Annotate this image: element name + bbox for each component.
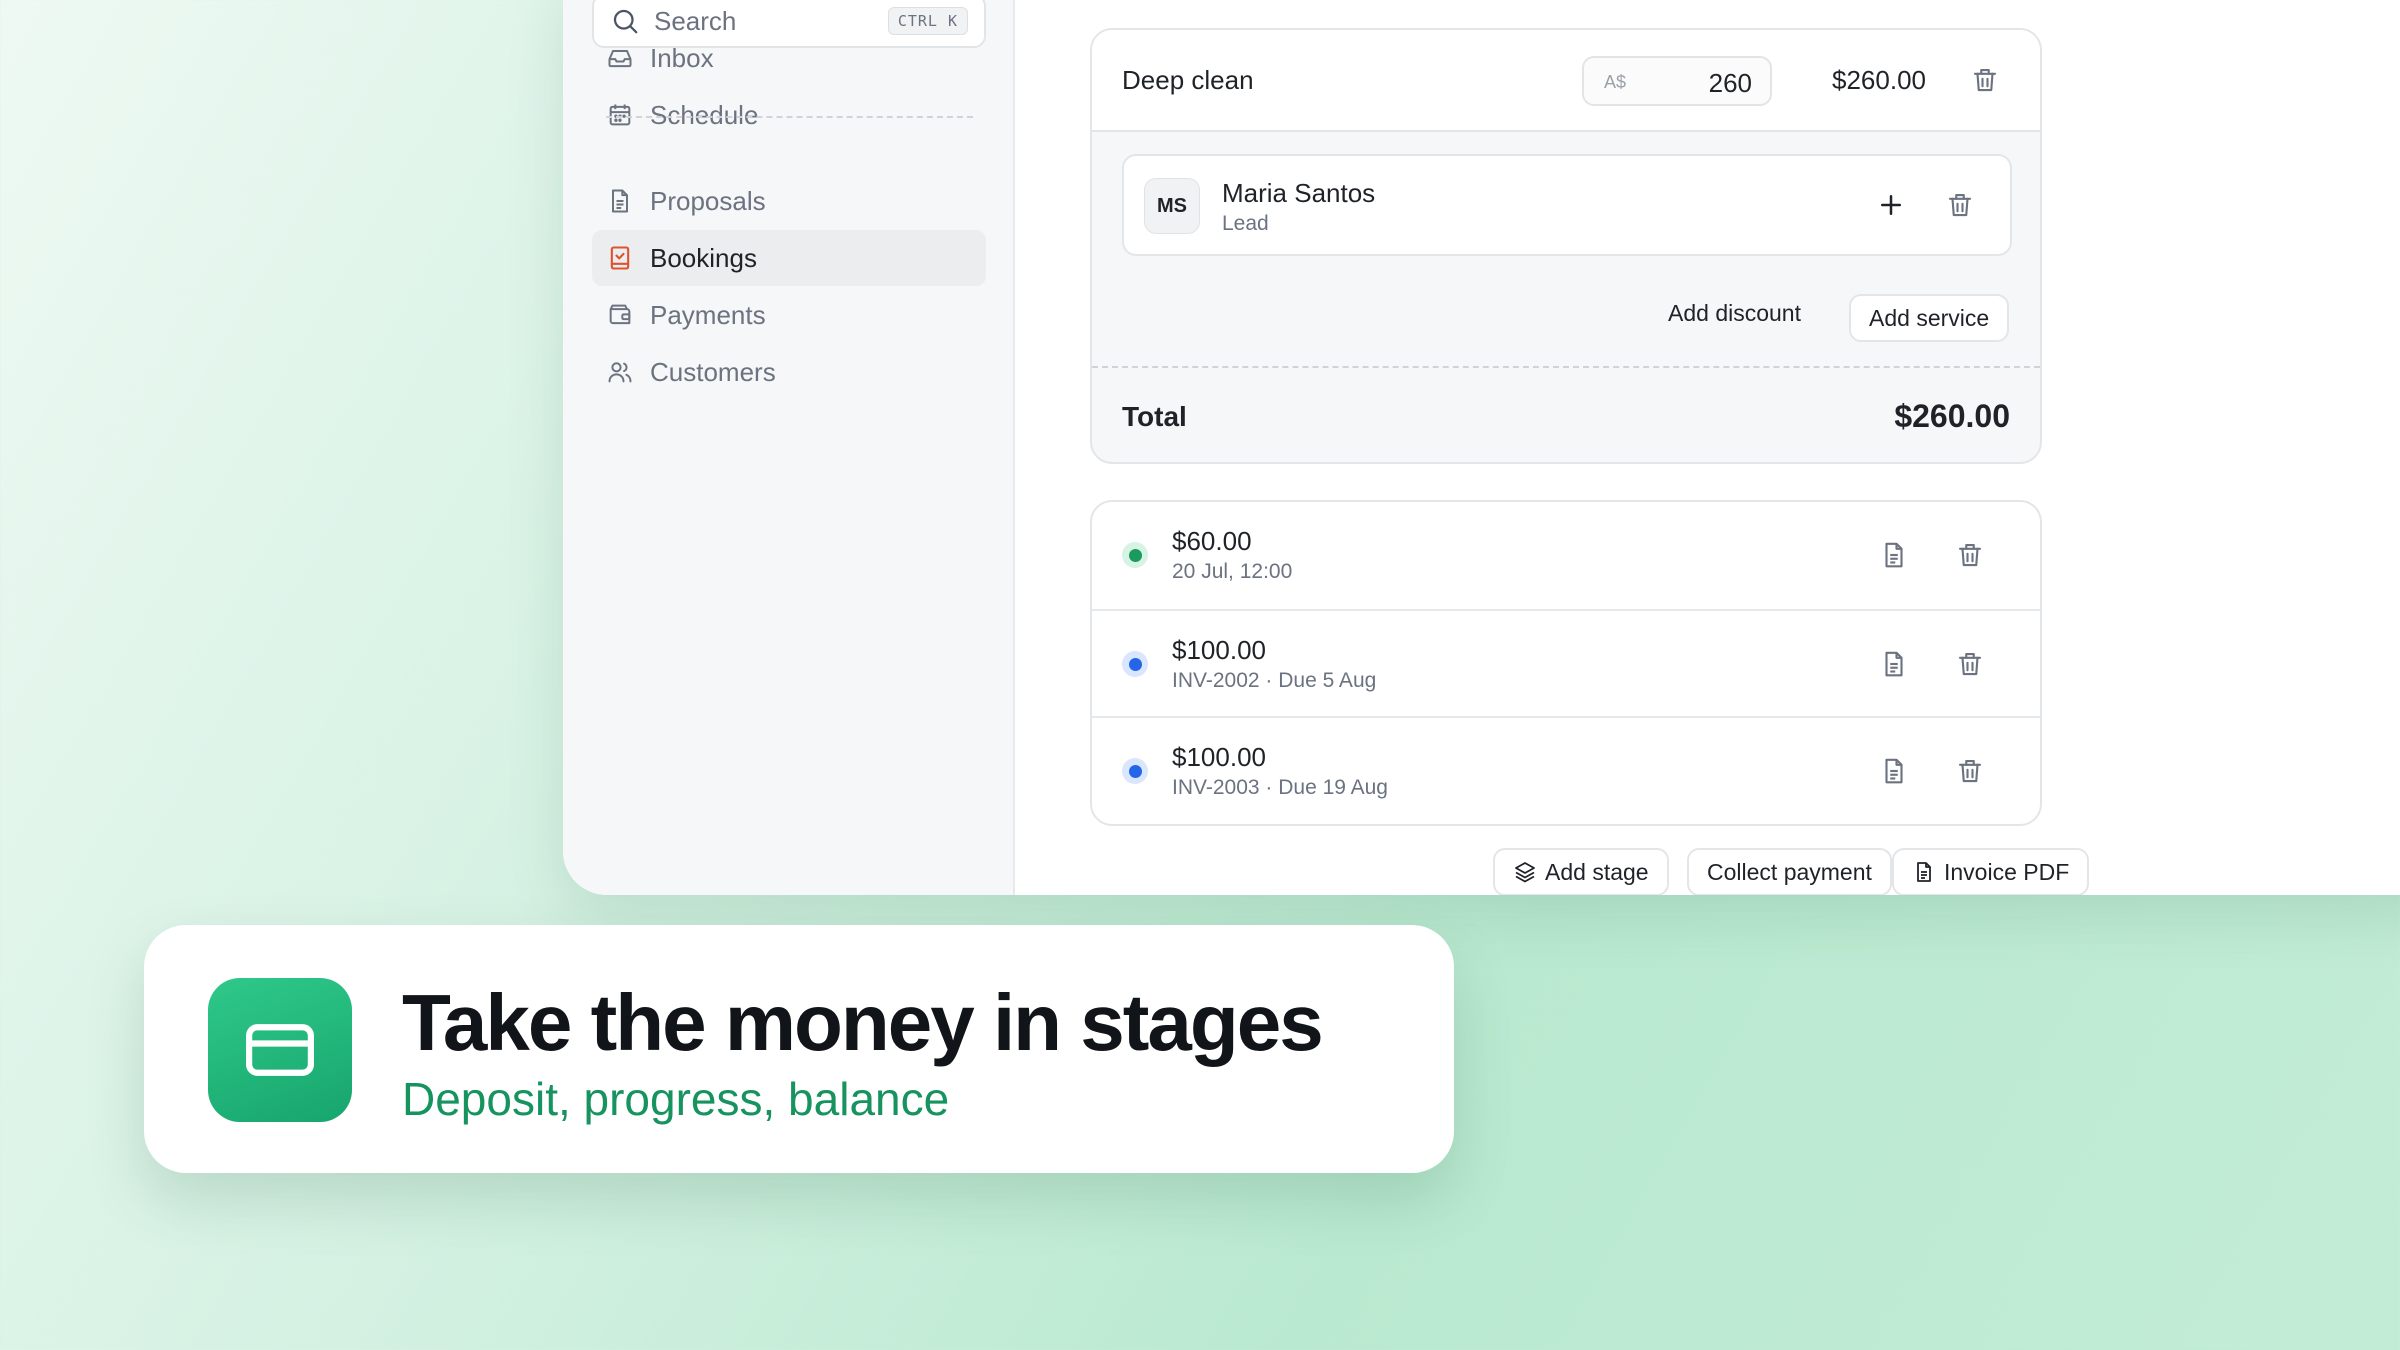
payment-meta: 20 Jul, 12:00	[1172, 560, 1293, 583]
sidebar-item-schedule[interactable]: Schedule	[592, 87, 986, 143]
trash-icon[interactable]	[1955, 649, 1985, 679]
sidebar-item-label: Schedule	[650, 99, 759, 130]
app-window: Search CTRL K Inbox Schedule Proposals B…	[563, 0, 2400, 895]
staff-assignment: MS Maria Santos Lead	[1122, 154, 2012, 256]
sidebar-item-label: Inbox	[650, 42, 714, 73]
credit-card-icon	[246, 1024, 314, 1076]
sidebar-item-label: Customers	[650, 356, 776, 387]
invoice-pdf-label: Invoice PDF	[1944, 858, 2070, 885]
price-value[interactable]: 260	[1709, 68, 1752, 99]
service-line-total: $260.00	[1832, 65, 1926, 95]
total-value: $260.00	[1894, 398, 2010, 434]
sidebar-item-label: Proposals	[650, 185, 766, 216]
main-content: Deep clean A$ 260 $260.00 MS Maria Santo…	[1015, 0, 2400, 895]
add-service-button[interactable]: Add service	[1849, 294, 2010, 342]
trash-icon[interactable]	[1955, 756, 1985, 786]
plus-icon[interactable]	[1876, 190, 1906, 220]
invoice-pdf-button[interactable]: Invoice PDF	[1892, 848, 2090, 895]
add-stage-label: Add stage	[1545, 858, 1649, 885]
booking-check-icon	[610, 246, 630, 270]
status-badge	[1122, 758, 1148, 784]
payment-row[interactable]: $100.00 INV-2003 · Due 19 Aug	[1092, 716, 2040, 823]
payment-row[interactable]: $60.00 20 Jul, 12:00	[1092, 502, 2040, 609]
sidebar-item-payments[interactable]: Payments	[592, 287, 986, 343]
sidebar-item-proposals[interactable]: Proposals	[592, 173, 986, 229]
sidebar: Search CTRL K Inbox Schedule Proposals B…	[563, 0, 1015, 895]
collect-payment-label: Collect payment	[1707, 858, 1872, 885]
service-line: Deep clean A$ 260 $260.00	[1092, 30, 2040, 132]
calendar-icon	[609, 104, 631, 126]
payment-amount: $100.00	[1172, 742, 1266, 772]
currency-prefix: A$	[1604, 72, 1627, 92]
service-name: Deep clean	[1122, 65, 1254, 95]
staff-role: Lead	[1222, 212, 1269, 235]
price-input[interactable]: A$ 260	[1582, 56, 1772, 106]
trash-icon[interactable]	[1970, 65, 2000, 95]
total-divider	[1092, 366, 2040, 368]
collect-payment-button[interactable]: Collect payment	[1687, 848, 1892, 895]
payment-meta: INV-2002 · Due 5 Aug	[1172, 669, 1377, 692]
avatar: MS	[1144, 178, 1200, 234]
document-icon	[1917, 862, 1931, 882]
trash-icon[interactable]	[1955, 540, 1985, 570]
add-discount-button[interactable]: Add discount	[1668, 300, 1801, 327]
service-actions: Add discount Add service	[1092, 294, 2040, 342]
inbox-icon	[608, 50, 632, 68]
payment-meta: INV-2003 · Due 19 Aug	[1172, 776, 1388, 799]
document-icon[interactable]	[1879, 756, 1909, 786]
sidebar-divider	[606, 116, 973, 118]
payment-amount: $60.00	[1172, 526, 1252, 556]
feature-app-icon	[208, 978, 352, 1122]
add-stage-button[interactable]: Add stage	[1493, 848, 1669, 895]
document-icon[interactable]	[1879, 649, 1909, 679]
staff-name: Maria Santos	[1222, 178, 1376, 208]
wallet-icon	[609, 304, 631, 325]
payment-amount: $100.00	[1172, 635, 1266, 665]
feature-subtitle: Deposit, progress, balance	[402, 1073, 950, 1125]
status-badge	[1122, 542, 1148, 568]
users-icon	[608, 362, 632, 383]
sidebar-item-label: Payments	[650, 299, 766, 330]
total-label: Total	[1122, 401, 1187, 432]
sidebar-item-bookings[interactable]: Bookings	[592, 230, 986, 286]
sidebar-item-inbox[interactable]: Inbox	[592, 30, 986, 86]
sidebar-item-customers[interactable]: Customers	[592, 344, 986, 400]
document-icon[interactable]	[1879, 540, 1909, 570]
payment-row[interactable]: $100.00 INV-2002 · Due 5 Aug	[1092, 609, 2040, 716]
payment-stages: $60.00 20 Jul, 12:00 $100.00 INV-2002 · …	[1090, 500, 2042, 826]
sidebar-item-label: Bookings	[650, 242, 757, 273]
trash-icon[interactable]	[1945, 190, 1975, 220]
status-badge	[1122, 651, 1148, 677]
feature-callout: Take the money in stages Deposit, progre…	[144, 925, 1454, 1173]
service-card: Deep clean A$ 260 $260.00 MS Maria Santo…	[1090, 28, 2042, 464]
feature-title: Take the money in stages	[402, 978, 1324, 1067]
document-icon	[612, 189, 628, 213]
layers-icon	[1515, 862, 1535, 883]
